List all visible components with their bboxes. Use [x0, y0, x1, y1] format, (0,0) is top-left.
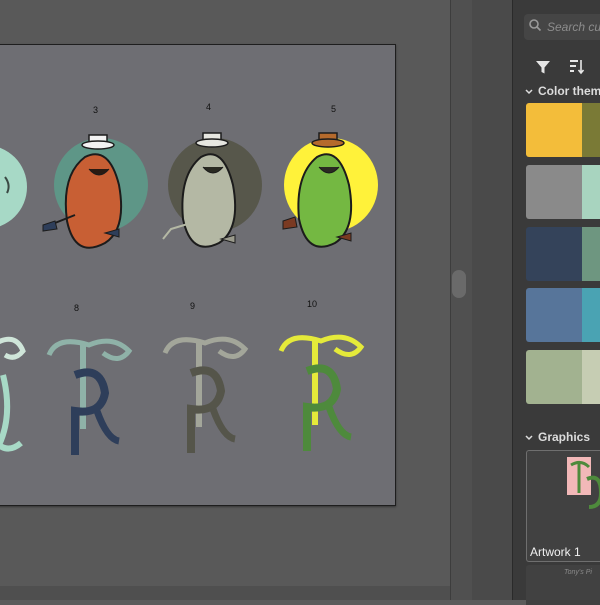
- artboard[interactable]: 3 4 5 8 9 10: [0, 44, 396, 506]
- color-swatch[interactable]: [582, 350, 600, 404]
- panel-gutter: [472, 0, 512, 600]
- horizontal-scrollbar[interactable]: [0, 586, 450, 600]
- search-placeholder: Search cu: [547, 20, 600, 34]
- monogram-10[interactable]: [278, 334, 365, 451]
- color-swatch[interactable]: [582, 165, 600, 219]
- pickle-mascot-4[interactable]: [162, 132, 262, 248]
- vertical-scrollbar[interactable]: [450, 0, 473, 600]
- monogram-9[interactable]: [162, 336, 249, 453]
- filter-icon[interactable]: [534, 58, 552, 76]
- section-graphics[interactable]: Graphics: [525, 430, 590, 444]
- section-graphics-label: Graphics: [538, 430, 591, 444]
- color-theme-row[interactable]: [526, 165, 600, 219]
- color-theme-row[interactable]: [526, 227, 600, 281]
- pickle-mascot-partial[interactable]: [0, 145, 27, 229]
- chevron-down-icon: [525, 89, 533, 95]
- color-theme-row[interactable]: [526, 288, 600, 342]
- artwork-previews: [0, 132, 378, 455]
- pickle-mascot-5[interactable]: [282, 132, 378, 248]
- color-swatch[interactable]: [582, 227, 600, 281]
- graphic-label-artwork-1: Artwork 1: [530, 545, 581, 559]
- canvas-area[interactable]: 3 4 5 8 9 10: [0, 0, 450, 600]
- color-swatch[interactable]: [526, 288, 582, 342]
- color-swatch[interactable]: [526, 103, 582, 157]
- color-swatch[interactable]: [582, 103, 600, 157]
- section-color-themes[interactable]: Color theme: [525, 84, 600, 98]
- monogram-8[interactable]: [46, 338, 133, 455]
- search-icon: [529, 19, 542, 32]
- section-color-themes-label: Color theme: [538, 84, 600, 98]
- monogram-partial[interactable]: [0, 336, 26, 452]
- panel-resize-grip[interactable]: [452, 270, 466, 298]
- sort-icon[interactable]: [567, 58, 585, 76]
- graphic-card-2[interactable]: Tony's Pi: [526, 565, 600, 605]
- chevron-down-icon: [525, 435, 533, 441]
- color-swatch[interactable]: [582, 288, 600, 342]
- pickle-mascot-3[interactable]: [42, 134, 148, 249]
- color-swatch[interactable]: [526, 350, 582, 404]
- color-swatch[interactable]: [526, 165, 582, 219]
- color-theme-row[interactable]: [526, 350, 600, 404]
- color-theme-row[interactable]: [526, 103, 600, 157]
- color-swatch[interactable]: [526, 227, 582, 281]
- graphic-thumbnail: [567, 457, 600, 509]
- graphic-label-2: Tony's Pi: [564, 569, 592, 576]
